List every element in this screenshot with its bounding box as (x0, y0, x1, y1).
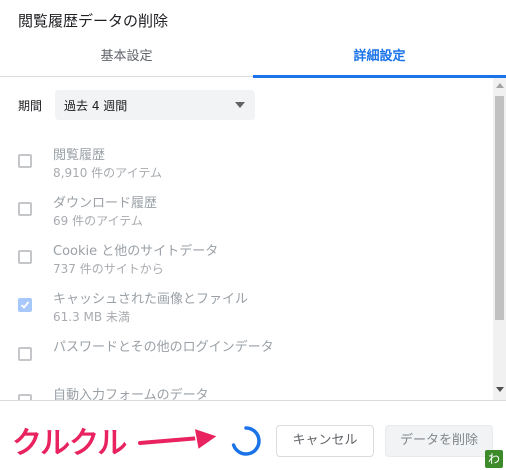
checkbox-download-history[interactable] (18, 202, 32, 216)
annotation-arrow-icon (138, 426, 220, 452)
annotation-label: クルクル (12, 426, 127, 461)
checkbox-browsing-history[interactable] (18, 154, 32, 168)
scrollbar[interactable] (493, 78, 506, 400)
list-item[interactable]: キャッシュされた画像とファイル 61.3 MB 未満 (0, 286, 480, 334)
item-subtitle: 61.3 MB 未満 (53, 310, 130, 324)
scroll-thumb[interactable] (495, 96, 504, 320)
period-label: 期間 (18, 99, 43, 113)
list-item[interactable]: Cookie と他のサイトデータ 737 件のサイトから (0, 238, 480, 286)
settings-scroll-area: 期間 過去 4 週間 閲覧履歴 8,910 件のアイテム ダウンロード履歴 69… (0, 78, 506, 400)
list-item[interactable]: パスワードとその他のログインデータ (0, 334, 480, 382)
tab-advanced-settings[interactable]: 詳細設定 (253, 40, 506, 78)
checkbox-cached-images[interactable] (18, 298, 32, 312)
dialog-title: 閲覧履歴データの削除 (18, 12, 169, 30)
item-subtitle: 8,910 件のアイテム (53, 166, 162, 180)
chevron-down-icon (235, 102, 245, 108)
checkbox-cookies[interactable] (18, 250, 32, 264)
period-value: 過去 4 週間 (64, 99, 128, 113)
tab-bar: 基本設定 詳細設定 (0, 40, 506, 78)
item-subtitle: 69 件のアイテム (53, 214, 143, 228)
cancel-button[interactable]: キャンセル (276, 425, 374, 457)
tab-basic-settings[interactable]: 基本設定 (0, 40, 253, 76)
list-item[interactable]: ダウンロード履歴 69 件のアイテム (0, 190, 480, 238)
check-icon (20, 301, 30, 309)
list-item[interactable]: 自動入力フォームのデータ (0, 382, 480, 400)
scroll-up-icon[interactable] (496, 83, 504, 88)
watermark-logo: わ (485, 450, 503, 468)
period-select[interactable]: 過去 4 週間 (55, 90, 255, 120)
delete-data-button[interactable]: データを削除 (385, 425, 493, 457)
checkbox-passwords[interactable] (18, 347, 32, 361)
footer-divider (0, 400, 506, 401)
scroll-down-icon[interactable] (496, 387, 504, 392)
item-subtitle: 737 件のサイトから (53, 262, 164, 276)
loading-spinner-icon (231, 426, 261, 456)
item-title: 閲覧履歴 (53, 148, 106, 163)
item-title: パスワードとその他のログインデータ (53, 340, 274, 355)
item-title: Cookie と他のサイトデータ (53, 244, 219, 259)
item-title: ダウンロード履歴 (53, 196, 158, 211)
item-title: キャッシュされた画像とファイル (53, 292, 249, 307)
list-item[interactable]: 閲覧履歴 8,910 件のアイテム (0, 142, 480, 190)
item-title: 自動入力フォームのデータ (53, 388, 209, 400)
